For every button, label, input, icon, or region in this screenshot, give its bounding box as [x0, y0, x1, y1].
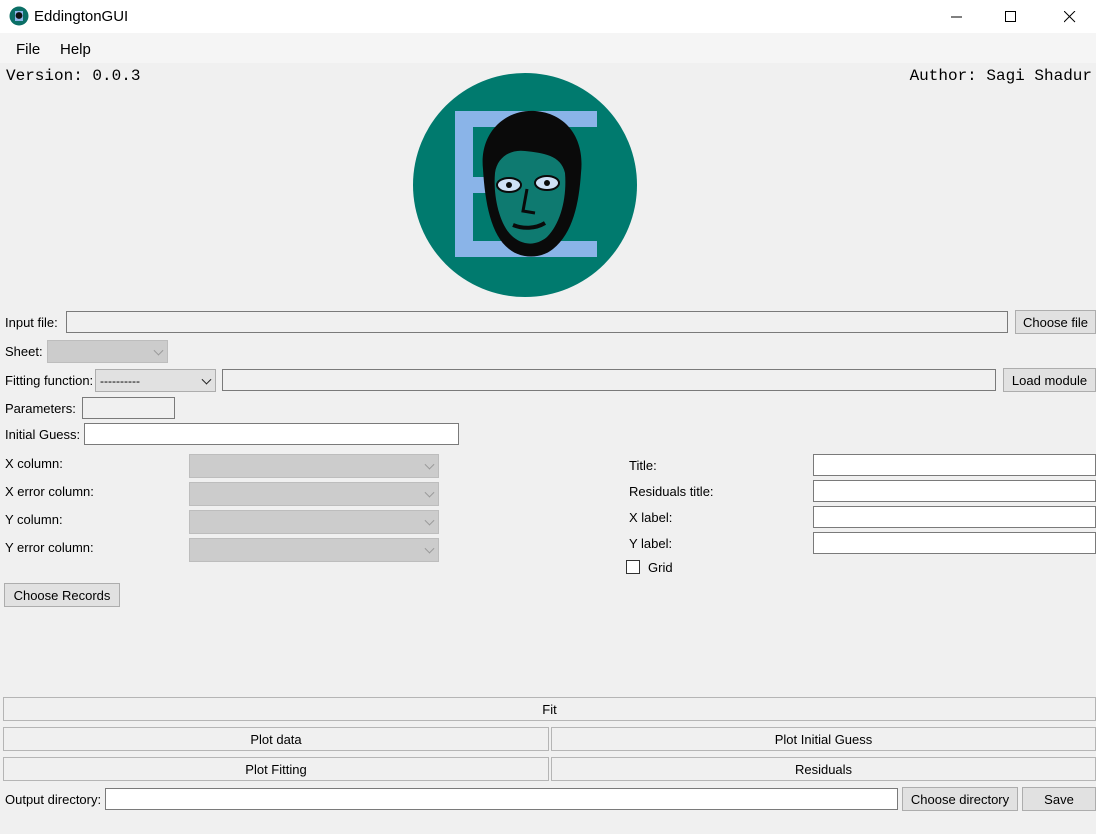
menu-bar [0, 33, 1096, 63]
chevron-down-icon [424, 515, 435, 526]
initial-guess-field[interactable] [84, 423, 459, 445]
chevron-down-icon [153, 345, 164, 356]
parameters-label: Parameters: [5, 401, 76, 416]
y-error-column-select[interactable] [189, 538, 439, 562]
maximize-icon [1005, 10, 1016, 22]
version-label: Version: 0.0.3 [6, 67, 141, 85]
x-label-label: X label: [629, 510, 673, 525]
sheet-label: Sheet: [5, 344, 43, 359]
chevron-down-icon [201, 374, 212, 385]
save-button[interactable]: Save [1022, 787, 1096, 811]
y-label-label: Y label: [629, 536, 673, 551]
menu-file[interactable]: File [16, 41, 40, 58]
x-column-label: X column: [5, 456, 63, 471]
x-error-column-select[interactable] [189, 482, 439, 506]
initial-guess-label: Initial Guess: [5, 427, 81, 442]
choose-records-button[interactable]: Choose Records [4, 583, 120, 607]
plot-initial-guess-button[interactable]: Plot Initial Guess [551, 727, 1096, 751]
close-button[interactable] [1047, 0, 1093, 33]
choose-file-button[interactable]: Choose file [1015, 310, 1096, 334]
choose-directory-button[interactable]: Choose directory [902, 787, 1018, 811]
fitting-function-label: Fitting function: [5, 373, 94, 388]
plot-fitting-button[interactable]: Plot Fitting [3, 757, 549, 781]
output-directory-label: Output directory: [5, 792, 102, 807]
maximize-button[interactable] [988, 0, 1034, 33]
author-label: Author: Sagi Shadur [909, 67, 1092, 85]
eddington-logo [413, 73, 637, 297]
x-column-select[interactable] [189, 454, 439, 478]
fitting-function-value: ---------- [100, 373, 140, 388]
y-column-select[interactable] [189, 510, 439, 534]
y-column-label: Y column: [5, 512, 63, 527]
fitting-function-select[interactable]: ---------- [95, 369, 216, 392]
grid-label: Grid [648, 560, 673, 575]
title-label: Title: [629, 458, 657, 473]
x-label-field[interactable] [813, 506, 1096, 528]
app-icon [9, 6, 29, 26]
output-directory-field[interactable] [105, 788, 898, 810]
y-error-column-label: Y error column: [5, 540, 94, 555]
chevron-down-icon [424, 487, 435, 498]
menu-help[interactable]: Help [60, 41, 91, 58]
parameters-field[interactable] [82, 397, 175, 419]
plot-data-button[interactable]: Plot data [3, 727, 549, 751]
fit-button[interactable]: Fit [3, 697, 1096, 721]
residuals-title-label: Residuals title: [629, 484, 714, 499]
residuals-title-field[interactable] [813, 480, 1096, 502]
residuals-button[interactable]: Residuals [551, 757, 1096, 781]
load-module-button[interactable]: Load module [1003, 368, 1096, 392]
close-icon [1064, 10, 1076, 22]
minimize-button[interactable] [934, 0, 980, 33]
input-file-field[interactable] [66, 311, 1008, 333]
title-bar [0, 0, 1096, 33]
grid-checkbox[interactable] [626, 560, 640, 574]
x-error-column-label: X error column: [5, 484, 94, 499]
chevron-down-icon [424, 543, 435, 554]
input-file-label: Input file: [5, 315, 58, 330]
chevron-down-icon [424, 459, 435, 470]
title-field[interactable] [813, 454, 1096, 476]
window-title: EddingtonGUI [34, 8, 129, 25]
minimize-icon [951, 16, 962, 17]
y-label-field[interactable] [813, 532, 1096, 554]
sheet-select[interactable] [47, 340, 168, 363]
module-path-field[interactable] [222, 369, 996, 391]
